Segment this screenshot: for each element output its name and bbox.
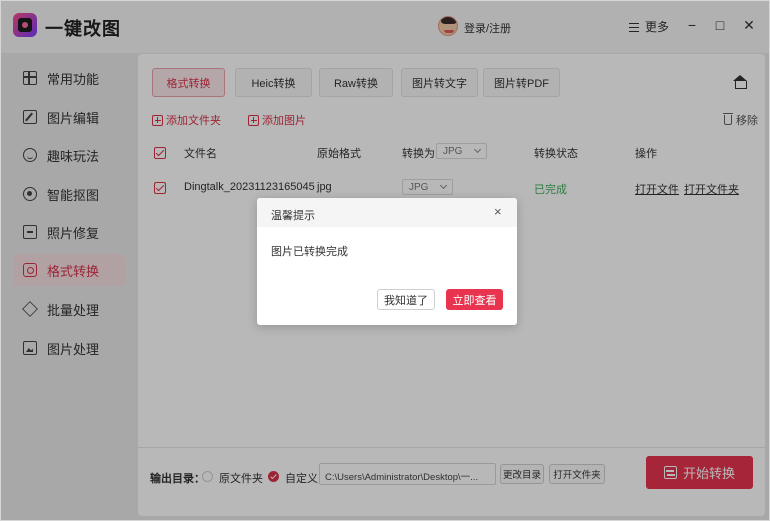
app-window: 一键改图 登录/注册 更多 − □ ✕ 常用功能 图片编辑 趣味玩法 智能抠图 … [0,0,770,521]
dialog-title: 温馨提示 [271,210,315,222]
dialog-header: 温馨提示 × [257,198,517,227]
view-now-button[interactable]: 立即查看 [446,289,503,310]
dialog-message: 图片已转换完成 [271,246,348,258]
dialog-close-icon[interactable]: × [494,204,502,219]
conversion-complete-dialog: 温馨提示 × 图片已转换完成 我知道了 立即查看 [257,198,517,325]
got-it-button[interactable]: 我知道了 [377,289,435,310]
